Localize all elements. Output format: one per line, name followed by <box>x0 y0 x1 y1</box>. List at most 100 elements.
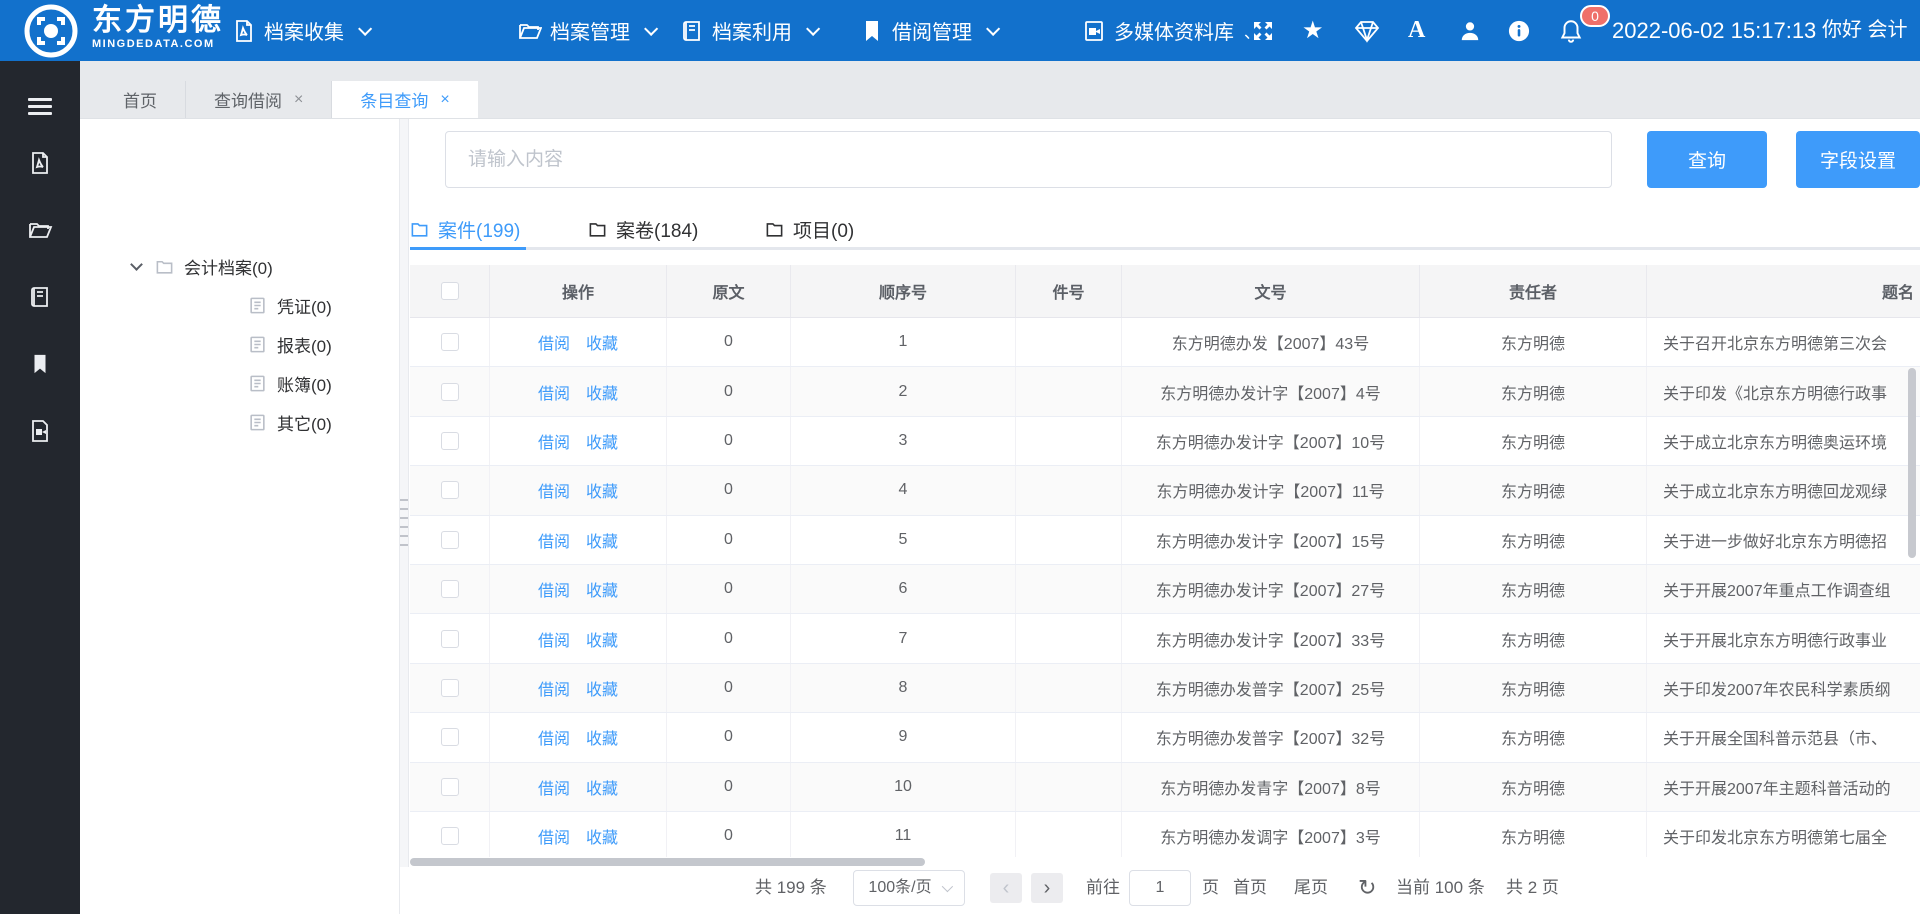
refresh-icon[interactable]: ↻ <box>1358 870 1376 906</box>
tree-node-child[interactable]: 报表(0) <box>248 328 332 360</box>
close-icon[interactable]: × <box>294 91 303 109</box>
favorite-link[interactable]: 收藏 <box>586 577 618 601</box>
splitter-handle[interactable] <box>400 492 408 553</box>
borrow-link[interactable]: 借阅 <box>538 528 570 552</box>
rail-folder-open-icon[interactable] <box>0 218 80 242</box>
tab-query-borrow[interactable]: 查询借阅 × <box>186 81 332 118</box>
favorite-link[interactable]: 收藏 <box>586 478 618 502</box>
tree-node-child[interactable]: 账簿(0) <box>248 367 332 399</box>
row-checkbox[interactable] <box>441 580 459 598</box>
borrow-link[interactable]: 借阅 <box>538 627 570 651</box>
row-checkbox[interactable] <box>441 728 459 746</box>
total-count-label: 共 199 条 <box>755 870 827 906</box>
page-number-input[interactable] <box>1129 870 1191 906</box>
menu-archive-use[interactable]: 档案利用 <box>680 0 816 61</box>
rail-bookmark-icon[interactable] <box>0 352 80 376</box>
cell-sequence: 6 <box>791 565 1016 613</box>
row-checkbox[interactable] <box>441 630 459 648</box>
menu-archive-collect[interactable]: 档案收集 <box>232 0 368 61</box>
borrow-link[interactable]: 借阅 <box>538 429 570 453</box>
favorite-link[interactable]: 收藏 <box>586 380 618 404</box>
rail-media-file-icon[interactable] <box>0 419 80 443</box>
borrow-link[interactable]: 借阅 <box>538 478 570 502</box>
brand-title: 东方明德 <box>92 4 224 38</box>
user-icon[interactable] <box>1459 0 1481 61</box>
field-settings-button[interactable]: 字段设置 <box>1796 131 1920 188</box>
borrow-link[interactable]: 借阅 <box>538 775 570 799</box>
borrow-link[interactable]: 借阅 <box>538 577 570 601</box>
row-checkbox[interactable] <box>441 481 459 499</box>
result-tab-projects[interactable]: 项目(0) <box>765 210 854 248</box>
row-checkbox[interactable] <box>441 333 459 351</box>
tree-node-child[interactable]: 凭证(0) <box>248 289 332 321</box>
tab-entry-query[interactable]: 条目查询 × <box>332 81 477 118</box>
cell-doc-no: 东方明德办发普字【2007】32号 <box>1122 713 1420 761</box>
result-tab-folders[interactable]: 案卷(184) <box>588 210 698 248</box>
result-tab-label: 项目(0) <box>793 216 854 243</box>
cell-original: 0 <box>667 565 791 613</box>
cell-author: 东方明德 <box>1420 763 1647 811</box>
favorite-link[interactable]: 收藏 <box>586 676 618 700</box>
bell-icon[interactable] <box>1558 0 1584 61</box>
cell-original: 0 <box>667 812 791 857</box>
cell-author: 东方明德 <box>1420 565 1647 613</box>
favorite-link[interactable]: 收藏 <box>586 824 618 848</box>
last-page-link[interactable]: 尾页 <box>1294 870 1328 906</box>
cell-item-no <box>1016 664 1122 712</box>
vertical-scrollbar-thumb[interactable] <box>1908 368 1916 558</box>
row-checkbox[interactable] <box>441 679 459 697</box>
cell-title: 关于成立北京东方明德奥运环境 <box>1647 417 1920 465</box>
select-all-checkbox[interactable] <box>441 282 459 300</box>
menu-multimedia-library[interactable]: 多媒体资料库 、 <box>1082 0 1260 61</box>
chevron-down-icon <box>806 21 820 35</box>
result-tab-cases[interactable]: 案件(199) <box>410 210 520 248</box>
panel-splitter[interactable] <box>399 119 409 914</box>
tab-home[interactable]: 首页 <box>95 81 186 118</box>
borrow-link[interactable]: 借阅 <box>538 824 570 848</box>
menu-archive-manage[interactable]: 档案管理 <box>518 0 654 61</box>
fullscreen-icon[interactable] <box>1251 0 1275 61</box>
favorite-link[interactable]: 收藏 <box>586 725 618 749</box>
row-checkbox[interactable] <box>441 531 459 549</box>
query-button[interactable]: 查询 <box>1647 131 1767 188</box>
borrow-link[interactable]: 借阅 <box>538 676 570 700</box>
horizontal-scrollbar-thumb[interactable] <box>410 858 925 866</box>
font-icon[interactable]: A <box>1408 0 1425 61</box>
caret-down-icon[interactable] <box>130 258 143 271</box>
cell-author: 东方明德 <box>1420 367 1647 415</box>
goto-label: 前往 <box>1086 870 1120 906</box>
cell-sequence: 4 <box>791 466 1016 514</box>
row-checkbox[interactable] <box>441 778 459 796</box>
favorite-link[interactable]: 收藏 <box>586 627 618 651</box>
result-tab-label: 案卷(184) <box>616 216 698 243</box>
favorite-link[interactable]: 收藏 <box>586 775 618 799</box>
menu-toggle-icon[interactable] <box>0 94 80 119</box>
favorite-link[interactable]: 收藏 <box>586 330 618 354</box>
folder-icon <box>155 257 174 276</box>
borrow-link[interactable]: 借阅 <box>538 380 570 404</box>
page-size-select[interactable]: 100条/页 <box>853 870 965 906</box>
rail-book-icon[interactable] <box>0 285 80 309</box>
row-checkbox[interactable] <box>441 827 459 845</box>
row-checkbox[interactable] <box>441 383 459 401</box>
menu-label: 档案管理 <box>550 16 630 45</box>
prev-page-button[interactable]: ‹ <box>990 873 1022 903</box>
star-icon[interactable]: ★ <box>1302 0 1324 61</box>
info-icon[interactable] <box>1508 0 1530 61</box>
close-icon[interactable]: × <box>440 91 449 109</box>
tree-node-child[interactable]: 其它(0) <box>248 406 332 438</box>
next-page-button[interactable]: › <box>1031 873 1063 903</box>
menu-borrow-manage[interactable]: 借阅管理 <box>860 0 996 61</box>
favorite-link[interactable]: 收藏 <box>586 429 618 453</box>
cell-doc-no: 东方明德办发【2007】43号 <box>1122 318 1420 366</box>
favorite-link[interactable]: 收藏 <box>586 528 618 552</box>
rail-pdf-file-icon[interactable] <box>0 151 80 175</box>
borrow-link[interactable]: 借阅 <box>538 330 570 354</box>
cell-doc-no: 东方明德办发计字【2007】11号 <box>1122 466 1420 514</box>
first-page-link[interactable]: 首页 <box>1233 870 1267 906</box>
borrow-link[interactable]: 借阅 <box>538 725 570 749</box>
tree-node-root[interactable]: 会计档案(0) <box>132 250 273 282</box>
gem-icon[interactable] <box>1354 0 1380 61</box>
search-input[interactable] <box>445 131 1612 188</box>
row-checkbox[interactable] <box>441 432 459 450</box>
